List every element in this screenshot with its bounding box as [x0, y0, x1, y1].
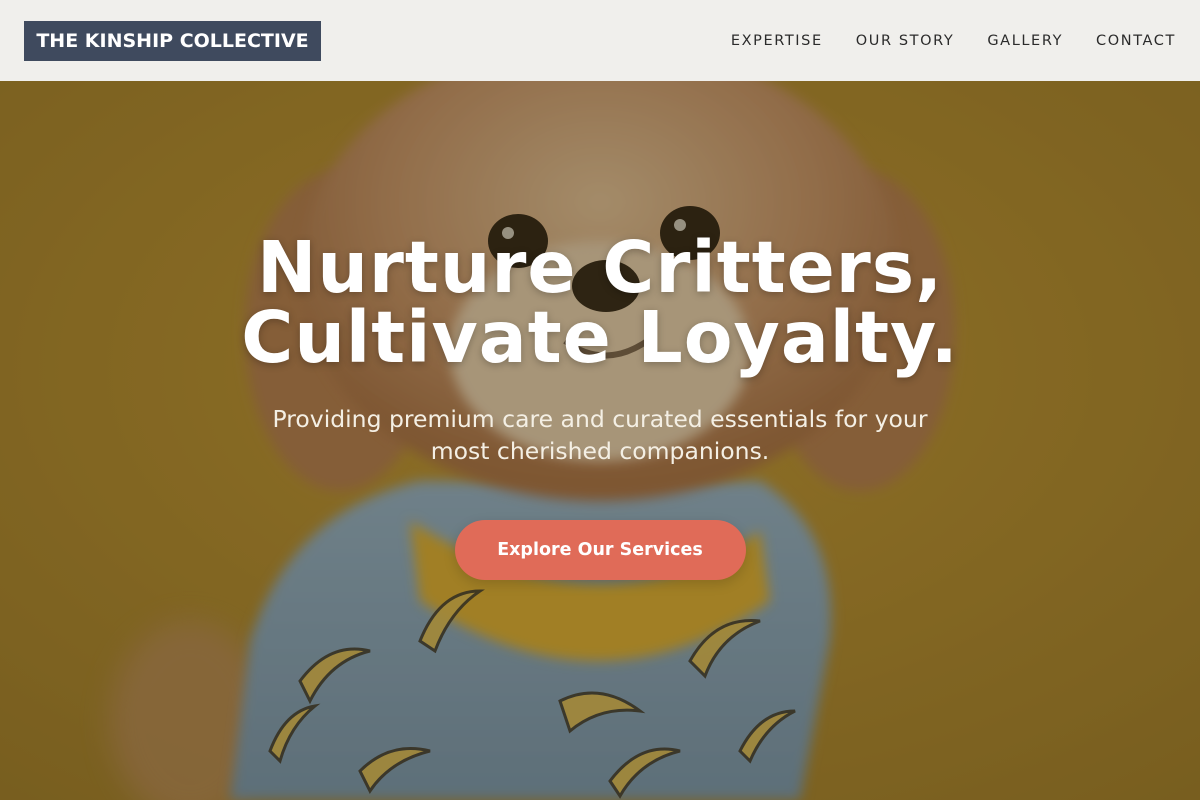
- site-header: THE KINSHIP COLLECTIVE EXPERTISE OUR STO…: [0, 0, 1200, 81]
- hero-section: Nurture Critters, Cultivate Loyalty. Pro…: [0, 81, 1200, 800]
- nav-link-our-story[interactable]: OUR STORY: [856, 33, 955, 49]
- explore-services-button[interactable]: Explore Our Services: [454, 520, 746, 580]
- hero-subheading: Providing premium care and curated essen…: [272, 405, 928, 465]
- nav-link-contact[interactable]: CONTACT: [1096, 33, 1176, 49]
- hero-headline: Nurture Critters, Cultivate Loyalty.: [241, 232, 959, 373]
- brand-logo[interactable]: THE KINSHIP COLLECTIVE: [24, 20, 321, 61]
- nav-link-expertise[interactable]: EXPERTISE: [731, 33, 823, 49]
- hero-headline-line2: Cultivate Loyalty.: [241, 296, 959, 379]
- hero-content: Nurture Critters, Cultivate Loyalty. Pro…: [0, 81, 1200, 800]
- nav-link-gallery[interactable]: GALLERY: [987, 33, 1063, 49]
- main-nav: EXPERTISE OUR STORY GALLERY CONTACT: [698, 33, 1176, 49]
